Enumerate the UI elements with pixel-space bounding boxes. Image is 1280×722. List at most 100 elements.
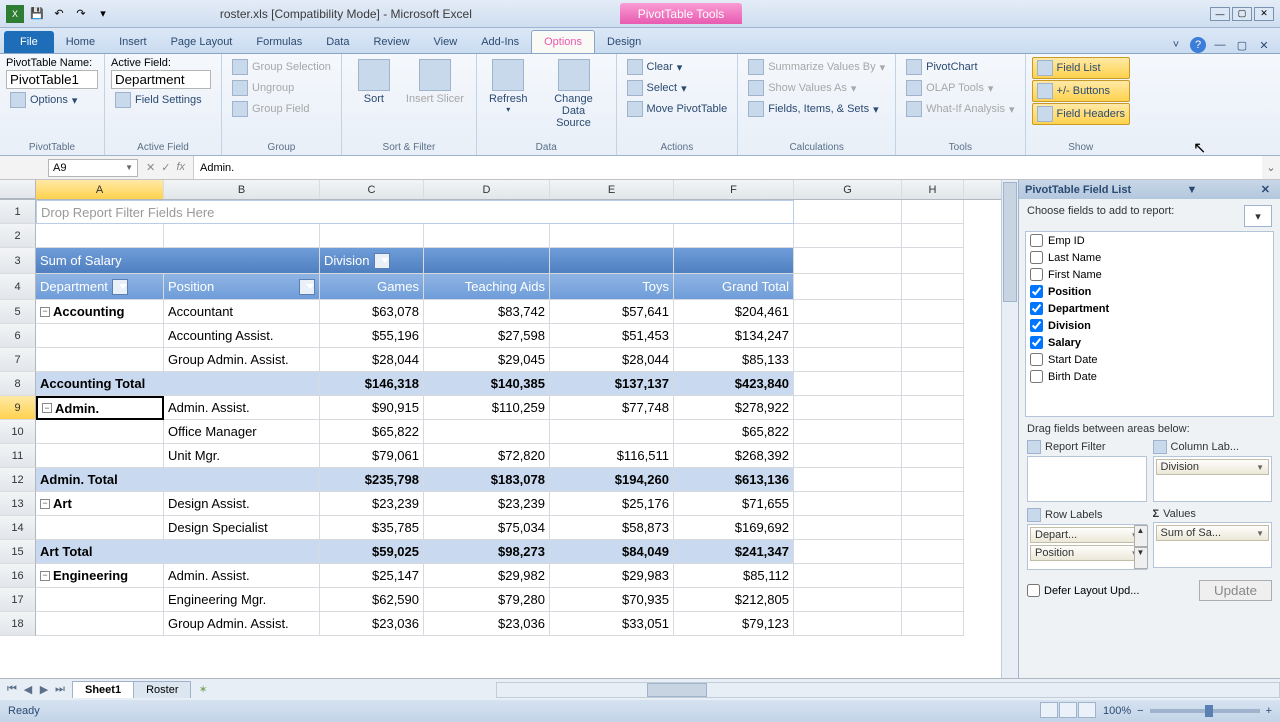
ungroup-button[interactable]: Ungroup [228,78,335,98]
sheet-nav-next-icon[interactable]: ▶ [36,683,52,696]
name-box[interactable]: A9▼ [48,159,138,177]
workbook-restore-icon[interactable]: ▢ [1234,37,1250,53]
maximize-button[interactable]: ▢ [1232,7,1252,21]
page-layout-view-icon[interactable] [1059,702,1077,718]
show-values-as-button[interactable]: Show Values As ▾ [744,78,889,98]
tab-file[interactable]: File [4,31,54,53]
group-selection-button[interactable]: Group Selection [228,57,335,77]
undo-icon[interactable]: ↶ [50,5,68,23]
field-list-layout-button[interactable]: ▾ [1244,205,1272,227]
column-labels-area[interactable]: Division▼ [1153,456,1273,502]
field-item-birth-date[interactable]: Birth Date [1026,368,1273,385]
tab-review[interactable]: Review [361,31,421,53]
excel-icon[interactable]: X [6,5,24,23]
close-button[interactable]: ✕ [1254,7,1274,21]
summarize-values-button[interactable]: Summarize Values By ▾ [744,57,889,77]
minimize-ribbon-icon[interactable]: ˅ [1168,37,1184,53]
sheet-nav-last-icon[interactable]: ⏭ [52,683,68,696]
whatif-button[interactable]: What-If Analysis ▾ [902,99,1018,119]
horizontal-scrollbar[interactable] [496,682,1280,698]
field-list-toggle[interactable]: Field List [1032,57,1130,79]
save-icon[interactable]: 💾 [28,5,46,23]
sort-button[interactable]: Sort [352,57,396,107]
insert-slicer-button[interactable]: Insert Slicer [400,57,470,107]
col-header-a[interactable]: A [36,180,164,199]
zoom-in-icon[interactable]: + [1266,705,1272,717]
tab-data[interactable]: Data [314,31,361,53]
tab-insert[interactable]: Insert [107,31,159,53]
plus-minus-buttons-toggle[interactable]: +/- Buttons [1032,80,1130,102]
tab-options[interactable]: Options [531,30,595,53]
field-item-last-name[interactable]: Last Name [1026,249,1273,266]
minimize-button[interactable]: ― [1210,7,1230,21]
field-item-salary[interactable]: Salary [1026,334,1273,351]
tab-formulas[interactable]: Formulas [244,31,314,53]
zoom-out-icon[interactable]: − [1137,705,1143,717]
row-area-scroll-up[interactable]: ▲ [1134,525,1148,547]
sheet-tab-sheet1[interactable]: Sheet1 [72,681,134,698]
expand-formula-bar-icon[interactable]: ⌄ [1262,161,1280,174]
clear-button[interactable]: Clear ▾ [623,57,732,77]
change-data-source-button[interactable]: Change Data Source [538,57,610,131]
normal-view-icon[interactable] [1040,702,1058,718]
col-header-h[interactable]: H [902,180,964,199]
page-break-view-icon[interactable] [1078,702,1096,718]
col-header-e[interactable]: E [550,180,674,199]
group-field-button[interactable]: Group Field [228,99,335,119]
area-item-department[interactable]: Depart...▼ [1030,527,1144,543]
grid-body[interactable]: 1Drop Report Filter Fields Here23Sum of … [0,200,1001,678]
field-item-position[interactable]: Position [1026,283,1273,300]
workbook-close-icon[interactable]: ✕ [1256,37,1272,53]
field-item-emp-id[interactable]: Emp ID [1026,232,1273,249]
help-icon[interactable]: ? [1190,37,1206,53]
tab-design[interactable]: Design [595,31,653,53]
tab-page-layout[interactable]: Page Layout [159,31,245,53]
field-item-department[interactable]: Department [1026,300,1273,317]
sheet-nav-first-icon[interactable]: ⏮ [4,683,20,696]
redo-icon[interactable]: ↷ [72,5,90,23]
sheet-tab-roster[interactable]: Roster [133,681,191,698]
formula-input[interactable]: Admin. [193,156,1262,179]
zoom-level[interactable]: 100% [1103,705,1131,717]
area-item-division[interactable]: Division▼ [1156,459,1270,475]
tab-view[interactable]: View [422,31,470,53]
options-button[interactable]: Options ▾ [6,90,98,110]
fx-icon[interactable]: fx [176,161,185,174]
workbook-minimize-icon[interactable]: ― [1212,37,1228,53]
row-area-scroll-down[interactable]: ▼ [1134,547,1148,569]
tab-home[interactable]: Home [54,31,107,53]
field-settings-button[interactable]: Field Settings [111,90,211,110]
values-area[interactable]: Sum of Sa...▼ [1153,522,1273,568]
refresh-button[interactable]: Refresh▾ [483,57,534,116]
move-pivottable-button[interactable]: Move PivotTable [623,99,732,119]
new-sheet-icon[interactable]: ✶ [190,683,215,696]
col-header-f[interactable]: F [674,180,794,199]
field-item-start-date[interactable]: Start Date [1026,351,1273,368]
field-item-first-name[interactable]: First Name [1026,266,1273,283]
row-labels-area[interactable]: Depart...▼ Position▼ ▲ ▼ [1027,524,1147,570]
col-header-c[interactable]: C [320,180,424,199]
area-item-position[interactable]: Position▼ [1030,545,1144,561]
olap-tools-button[interactable]: OLAP Tools ▾ [902,78,1018,98]
pivottable-name-input[interactable] [6,70,98,89]
area-item-sum-salary[interactable]: Sum of Sa...▼ [1156,525,1270,541]
sheet-nav-prev-icon[interactable]: ◀ [20,683,36,696]
update-button[interactable]: Update [1199,580,1272,601]
vertical-scrollbar[interactable] [1001,180,1018,678]
active-field-input[interactable] [111,70,211,89]
select-all-corner[interactable] [0,180,36,199]
qat-more-icon[interactable]: ▾ [94,5,112,23]
field-list-dropdown-icon[interactable]: ▼ [1187,184,1198,196]
select-button[interactable]: Select ▾ [623,78,732,98]
col-header-g[interactable]: G [794,180,902,199]
defer-layout-checkbox[interactable] [1027,584,1040,597]
col-header-d[interactable]: D [424,180,550,199]
fields-items-sets-button[interactable]: Fields, Items, & Sets ▾ [744,99,889,119]
field-list-close-icon[interactable]: ✕ [1257,183,1274,196]
field-headers-toggle[interactable]: Field Headers [1032,103,1130,125]
col-header-b[interactable]: B [164,180,320,199]
tab-addins[interactable]: Add-Ins [469,31,531,53]
report-filter-area[interactable] [1027,456,1147,502]
field-checklist[interactable]: Emp IDLast NameFirst NamePositionDepartm… [1025,231,1274,417]
field-item-division[interactable]: Division [1026,317,1273,334]
